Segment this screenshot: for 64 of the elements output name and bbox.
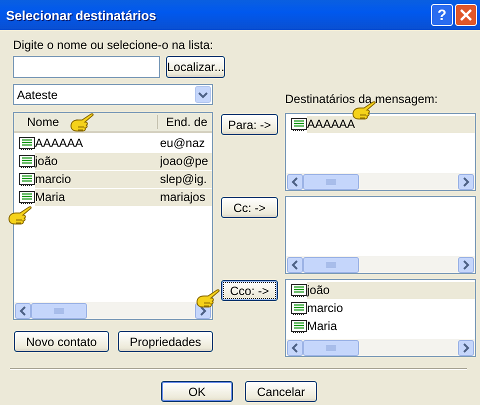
horizontal-scrollbar[interactable] [14,302,212,319]
contact-email: joao@pe [160,154,208,168]
dialog-button[interactable]: Cancelar [245,381,317,402]
contact-card-icon [19,190,35,204]
recipient-list[interactable]: AAAAAA [285,113,476,191]
contact-card-icon [19,154,35,168]
contact-card-icon [291,320,307,332]
recipient-name: Maria [307,319,338,333]
contact-action-button[interactable]: Propriedades [118,331,213,352]
contact-card-icon [291,302,307,314]
recipient-row[interactable]: Maria [307,318,475,334]
contact-row[interactable]: AAAAAA eu@naz [35,134,212,152]
contact-card-icon [291,284,307,296]
horizontal-scrollbar[interactable] [286,173,475,190]
scroll-thumb-icon[interactable] [303,256,359,272]
contact-row[interactable]: Maria mariajos [35,188,212,206]
contact-name: marcio [35,172,72,186]
scroll-thumb-icon[interactable] [303,174,359,190]
scroll-thumb-icon[interactable] [31,302,87,318]
contact-email: slep@ig. [160,172,207,186]
email-column-header[interactable]: End. de [158,113,208,131]
horizontal-scrollbar[interactable] [286,339,475,356]
contact-row[interactable]: joão joao@pe [35,152,212,170]
dialog-button[interactable]: OK [161,381,233,402]
add-recipient-button[interactable]: Cc: -> [221,197,278,218]
search-label: Digite o nome ou selecione-o na lista: [13,38,213,52]
recipient-row[interactable]: marcio [307,300,475,316]
recipients-label: Destinatários da mensagem: [285,92,439,108]
contacts-list[interactable]: Nome End. de AAAAAA eu@naz joão joao@pe marcio slep@ig. Maria mariajos [13,112,213,320]
recipient-name: joão [307,283,330,297]
contact-email: mariajos [160,190,206,204]
contact-email: eu@naz [160,136,205,150]
find-button[interactable]: Localizar... [166,56,226,78]
recipient-row[interactable]: AAAAAA [307,116,475,132]
recipient-row[interactable]: joão [307,282,475,298]
contact-action-button[interactable]: Novo contato [14,331,109,352]
scroll-right-icon[interactable] [458,340,474,356]
search-field[interactable] [13,56,160,78]
contact-row[interactable]: marcio slep@ig. [35,170,212,188]
contact-name: AAAAAA [35,136,84,150]
contact-name: joão [35,154,59,168]
horizontal-scrollbar[interactable] [286,256,475,273]
address-book-dropdown[interactable]: Aateste [13,84,213,105]
contact-card-icon [19,172,35,186]
close-button[interactable] [455,4,477,26]
recipient-name: AAAAAA [307,117,356,131]
scroll-right-icon[interactable] [458,174,474,190]
close-icon [460,9,472,21]
add-recipient-button[interactable]: Para: -> [221,114,278,135]
scroll-right-icon[interactable] [458,256,474,272]
scroll-left-icon[interactable] [287,340,303,356]
recipient-list[interactable] [285,196,476,274]
contact-name: Maria [35,190,66,204]
scroll-left-icon[interactable] [287,256,303,272]
scroll-thumb-icon[interactable] [303,340,359,356]
contact-card-icon [291,118,307,130]
window-title: Selecionar destinatários [6,8,158,22]
scroll-left-icon[interactable] [15,302,31,318]
help-button[interactable]: ? [431,4,453,26]
scroll-left-icon[interactable] [287,174,303,190]
add-recipient-button[interactable]: Cco: -> [221,280,278,301]
recipient-list[interactable]: joão marcio Maria [285,279,476,357]
contact-card-icon [19,136,35,150]
recipient-name: marcio [307,301,344,315]
